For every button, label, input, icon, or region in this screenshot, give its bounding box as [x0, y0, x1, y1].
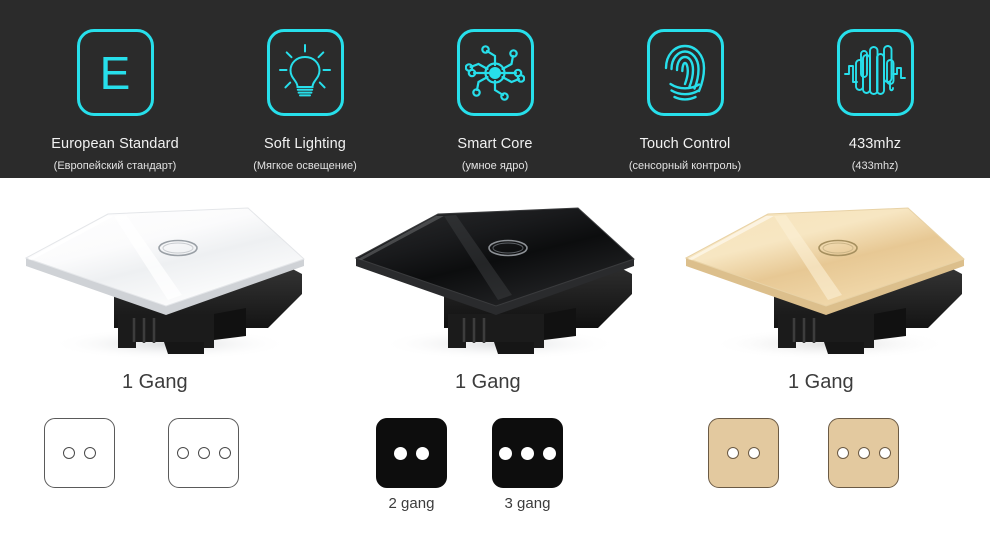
panel-2-gang-gold[interactable]	[708, 418, 779, 488]
feature-433mhz: 433mhz (433mhz)	[782, 0, 968, 172]
panel-caption: 2 gang	[388, 495, 435, 512]
product-variant-gold: 1 Gang	[660, 178, 990, 538]
product-infographic-page: E European Standard (Европейский стандар…	[0, 0, 990, 538]
panel-dot	[857, 447, 870, 459]
feature-title: Smart Core	[457, 136, 533, 152]
panel-item[interactable]: 3 gang	[492, 418, 563, 512]
feature-subtitle: (сенсорный контроль)	[628, 160, 742, 172]
panel-item[interactable]	[708, 418, 779, 512]
panel-row-white	[0, 418, 330, 538]
panel-3-gang-gold[interactable]	[828, 418, 899, 488]
panel-dot	[727, 447, 739, 459]
panel-item[interactable]: 2 gang	[376, 418, 447, 512]
panel-caption: 3 gang	[504, 495, 551, 512]
gang-caption-white: 1 Gang	[122, 371, 188, 393]
panel-2-gang-white[interactable]	[44, 418, 115, 488]
panel-item[interactable]	[828, 418, 899, 512]
switch-3d-gold	[678, 196, 972, 366]
panel-row-black: 2 gang 3 gang	[330, 418, 660, 538]
feature-title: Soft Lighting	[264, 136, 346, 152]
fingerprint-icon	[646, 29, 724, 116]
panel-row-gold	[660, 418, 990, 538]
panel-2-gang-black[interactable]	[376, 418, 447, 488]
feature-subtitle: (433mhz)	[851, 160, 899, 172]
letter-e-icon: E	[76, 29, 154, 116]
panel-dot	[394, 446, 407, 460]
panel-dot	[543, 446, 556, 460]
panel-dot	[63, 447, 75, 459]
feature-subtitle: (умное ядро)	[461, 160, 529, 172]
feature-subtitle: (Мягкое освещение)	[253, 160, 357, 172]
panel-item[interactable]	[168, 418, 239, 512]
switch-3d-black	[348, 196, 642, 366]
panel-dot	[836, 447, 849, 459]
panel-3-gang-white[interactable]	[168, 418, 239, 488]
feature-soft-lighting: Soft Lighting (Мягкое освещение)	[212, 0, 398, 172]
panel-dot	[176, 447, 189, 459]
smart-core-network-icon	[456, 29, 534, 116]
feature-title: Touch Control	[639, 136, 731, 152]
panel-dot	[197, 447, 210, 459]
feature-touch-control: Touch Control (сенсорный контроль)	[592, 0, 778, 172]
panel-dot	[521, 446, 534, 460]
letter-e-glyph: E	[99, 46, 131, 99]
product-variant-black: 1 Gang 2 gang 3 gang	[330, 178, 660, 538]
panel-dot	[499, 446, 512, 460]
panel-item[interactable]	[44, 418, 115, 512]
waveform-signal-icon	[836, 29, 914, 116]
feature-title: European Standard	[51, 136, 179, 152]
product-variant-white: 1 Gang	[0, 178, 330, 538]
feature-smart-core: Smart Core (умное ядро)	[402, 0, 588, 172]
feature-highlight-bar: E European Standard (Европейский стандар…	[0, 0, 990, 178]
panel-3-gang-black[interactable]	[492, 418, 563, 488]
panel-dot	[748, 447, 760, 459]
gang-caption-black: 1 Gang	[455, 371, 521, 393]
feature-title: 433mhz	[848, 136, 902, 152]
panel-dot	[416, 446, 429, 460]
panel-dot	[84, 447, 96, 459]
product-gallery: 1 Gang 1 Gang 2 gang 3 gang 1 Gang	[0, 178, 990, 538]
feature-subtitle: (Европейский стандарт)	[53, 160, 177, 172]
lightbulb-icon	[266, 29, 344, 116]
switch-3d-white	[18, 196, 312, 366]
gang-caption-gold: 1 Gang	[788, 371, 854, 393]
panel-dot	[878, 447, 891, 459]
feature-european-standard: E European Standard (Европейский стандар…	[22, 0, 208, 172]
panel-dot	[218, 447, 231, 459]
